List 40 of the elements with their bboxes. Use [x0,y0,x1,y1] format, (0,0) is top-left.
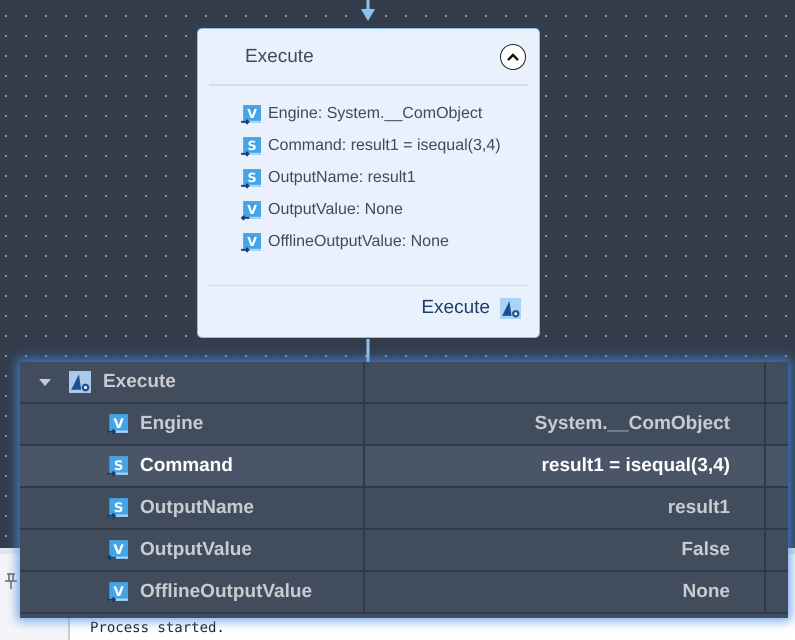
activity-label: Execute [421,297,490,319]
parameter-text: OutputName: result1 [268,169,416,187]
parameter-icon: V [240,200,261,220]
parameter-icon: S [106,497,128,519]
triangle-gear-icon [500,298,521,318]
property-value: result1 = isequal(3,4) [542,455,730,477]
property-name: OfflineOutputValue [140,581,312,603]
parameter-icon: V [106,413,128,435]
property-value: None [682,581,730,603]
parameter-text: Engine: System.__ComObject [268,105,482,123]
property-name: OutputName [140,497,254,519]
property-value: System.__ComObject [534,413,730,435]
connector-arrow [360,0,376,22]
parameter-icon: V [240,104,261,124]
parameter-text: Command: result1 = isequal(3,4) [268,137,501,155]
parameter-icon: S [240,136,261,156]
console-output: Process started. [90,620,225,636]
parameter-text: OfflineOutputValue: None [268,233,449,251]
collapse-button[interactable] [500,44,526,70]
property-row[interactable]: S OutputName result1 [20,488,788,530]
property-name: Command [140,455,233,477]
property-row[interactable]: S Command result1 = isequal(3,4) [20,446,788,488]
property-row[interactable]: V OfflineOutputValue None [20,572,788,614]
node-title: Execute [245,46,314,68]
caret-icon [506,52,520,62]
property-name: Engine [140,413,204,435]
pin-icon[interactable] [3,572,19,590]
parameter-text: OutputValue: None [268,201,403,219]
property-row[interactable]: V OutputValue False [20,530,788,572]
property-value: False [681,539,730,561]
parameter-icon: V [240,232,261,252]
parameter-icon: V [106,539,128,561]
parameter-icon: S [106,455,128,477]
parameter-icon: V [106,581,128,603]
group-label: Execute [103,371,176,393]
property-value: result1 [668,497,730,519]
parameter-icon: S [240,168,261,188]
triangle-gear-icon [69,371,91,393]
expand-caret-icon[interactable] [38,377,52,387]
property-name: OutputValue [140,539,252,561]
